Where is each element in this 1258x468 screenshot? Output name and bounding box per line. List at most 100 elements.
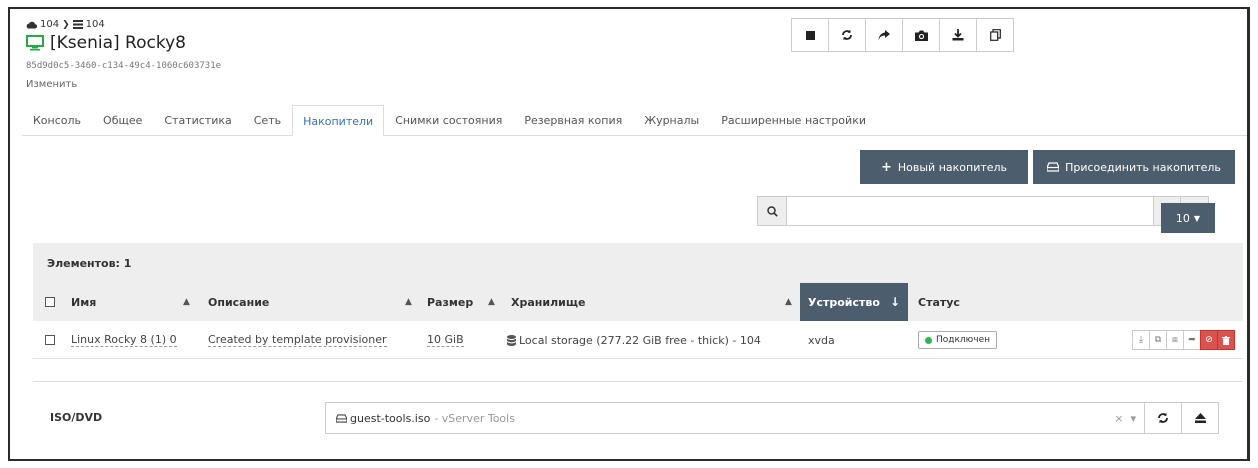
arrow-down-icon: ↓ — [889, 295, 900, 309]
delete-disk-button[interactable] — [1217, 330, 1235, 350]
tab-backup[interactable]: Резервная копия — [513, 105, 633, 135]
iso-select[interactable]: guest-tools.iso - vServer Tools × ▾ — [325, 402, 1147, 434]
status-cell: Подключен — [918, 321, 997, 359]
clear-iso-icon[interactable]: × ▾ — [1114, 412, 1136, 425]
col-device[interactable]: Устройство ↓ — [800, 283, 908, 321]
table-row[interactable]: Linux Rocky 8 (1) 0 Created by template … — [33, 321, 1243, 359]
paste-disk-button[interactable]: ⧈ — [1166, 330, 1184, 350]
col-device-label: Устройство — [808, 295, 880, 309]
caret-down-icon: ▼ — [1193, 213, 1201, 223]
page-size-dropdown[interactable]: 10 ▼ — [1161, 203, 1215, 233]
disk-device: xvda — [808, 333, 835, 347]
disk-storage-cell[interactable]: Local storage (277.22 GiB free - thick) … — [507, 321, 761, 359]
cloud-icon — [26, 21, 37, 29]
disks-table: Элементов: 1 Имя ▲︎ Описание ▲︎ Размер ▲… — [33, 243, 1243, 359]
iso-label: ISO/DVD — [50, 411, 103, 424]
edit-link[interactable]: Изменить — [26, 79, 77, 90]
col-name[interactable]: Имя — [71, 283, 96, 321]
attach-disk-button[interactable]: Присоединить накопитель — [1033, 150, 1235, 184]
snapshot-button[interactable] — [902, 18, 940, 52]
new-disk-button[interactable]: + Новый накопитель — [860, 150, 1028, 184]
stop-icon — [805, 30, 815, 40]
col-storage[interactable]: Хранилище — [511, 283, 585, 321]
tab-advanced[interactable]: Расширенные настройки — [710, 105, 877, 135]
migrate-disk-button[interactable]: ➦ — [1183, 330, 1201, 350]
disk-description[interactable]: Created by template provisioner — [208, 333, 387, 347]
share-icon — [878, 29, 890, 40]
page-title: [Ksenia] Rocky8 — [26, 33, 186, 53]
export-button[interactable] — [939, 18, 977, 52]
stop-button[interactable] — [791, 18, 829, 52]
hard-drive-icon — [1047, 162, 1060, 172]
breadcrumb: 104 ❯ 104 — [26, 19, 105, 30]
search-input[interactable] — [787, 196, 1153, 226]
sort-icon[interactable]: ▲︎ — [785, 283, 792, 321]
tab-general[interactable]: Общее — [92, 105, 153, 135]
status-dot-icon — [925, 336, 932, 344]
ban-icon: ⊘ — [1205, 335, 1213, 345]
attach-disk-label: Присоединить накопитель — [1065, 160, 1221, 174]
disk-name[interactable]: Linux Rocky 8 (1) 0 — [71, 333, 177, 347]
col-description[interactable]: Описание — [208, 283, 269, 321]
copy-disk-button[interactable]: ⧉ — [1149, 330, 1167, 350]
col-size[interactable]: Размер — [427, 283, 473, 321]
download-icon — [952, 29, 964, 41]
breadcrumb-pool[interactable]: 104 — [40, 19, 59, 30]
refresh-icon — [1158, 412, 1168, 424]
disk-description-cell[interactable]: Created by template provisioner — [208, 321, 387, 359]
trash-icon — [1222, 335, 1230, 345]
camera-icon — [914, 30, 928, 41]
iso-selected: guest-tools.iso — [350, 411, 431, 425]
disk-storage[interactable]: Local storage (277.22 GiB free - thick) … — [519, 334, 761, 347]
col-status[interactable]: Статус — [918, 283, 960, 321]
eject-button[interactable] — [1181, 402, 1219, 434]
export-disk-button[interactable]: ⤓ — [1132, 330, 1150, 350]
refresh-icon — [842, 29, 852, 41]
disk-size[interactable]: 10 GiB — [427, 333, 464, 347]
row-actions: ⤓ ⧉ ⧈ ➦ ⊘ — [1132, 330, 1235, 350]
item-count: Элементов: 1 — [47, 257, 132, 270]
header-row: Имя ▲︎ Описание ▲︎ Размер ▲︎ Хранилище ▲… — [33, 283, 1243, 321]
tab-logs[interactable]: Журналы — [633, 105, 710, 135]
vm-disks-panel: 104 ❯ 104 [Ksenia] Rocky8 85d9d0c5-3460-… — [8, 7, 1250, 461]
disk-size-cell[interactable]: 10 GiB — [427, 321, 464, 359]
monitor-icon — [26, 35, 44, 51]
detach-disk-button[interactable]: ⊘ — [1200, 330, 1218, 350]
tab-stats[interactable]: Статистика — [153, 105, 242, 135]
sort-icon[interactable]: ▲︎ — [488, 283, 495, 321]
table-header: Элементов: 1 Имя ▲︎ Описание ▲︎ Размер ▲… — [33, 243, 1243, 321]
status-label: Подключен — [936, 335, 990, 345]
iso-selected-sub: - vServer Tools — [434, 411, 515, 425]
vm-uuid: 85d9d0c5-3460-c134-49c4-1060c603731e — [26, 61, 222, 71]
hard-drive-icon — [336, 413, 347, 423]
row-checkbox[interactable] — [45, 321, 55, 359]
vm-name: [Ksenia] Rocky8 — [50, 33, 186, 53]
divider — [33, 381, 1243, 382]
sort-icon[interactable]: ▲︎ — [405, 283, 412, 321]
tab-bar: Консоль Общее Статистика Сеть Накопители… — [22, 105, 1247, 136]
tab-network[interactable]: Сеть — [243, 105, 292, 135]
migrate-button[interactable] — [865, 18, 903, 52]
plus-icon: + — [880, 159, 892, 175]
tab-disks[interactable]: Накопители — [292, 105, 385, 136]
search-bar — [757, 196, 1209, 226]
tab-console[interactable]: Консоль — [22, 105, 92, 135]
download-icon: ⤓ — [1139, 335, 1143, 345]
status-badge[interactable]: Подключен — [918, 331, 997, 349]
copy-icon: ⧉ — [1154, 335, 1162, 345]
page-size-value: 10 — [1175, 211, 1190, 225]
chevron-right-icon: ❯ — [62, 19, 70, 30]
tab-snapshots[interactable]: Снимки состояния — [384, 105, 513, 135]
server-icon — [72, 20, 83, 29]
clone-button[interactable] — [976, 18, 1014, 52]
copy-icon — [989, 29, 1001, 41]
refresh-iso-button[interactable] — [1144, 402, 1182, 434]
sort-icon[interactable]: ▲︎ — [183, 283, 190, 321]
breadcrumb-host[interactable]: 104 — [86, 19, 105, 30]
disk-name-cell[interactable]: Linux Rocky 8 (1) 0 — [71, 321, 177, 359]
select-all-checkbox[interactable] — [45, 283, 55, 321]
share-icon: ➦ — [1188, 335, 1196, 345]
database-icon — [507, 334, 516, 346]
eject-icon — [1194, 413, 1206, 423]
restart-button[interactable] — [828, 18, 866, 52]
